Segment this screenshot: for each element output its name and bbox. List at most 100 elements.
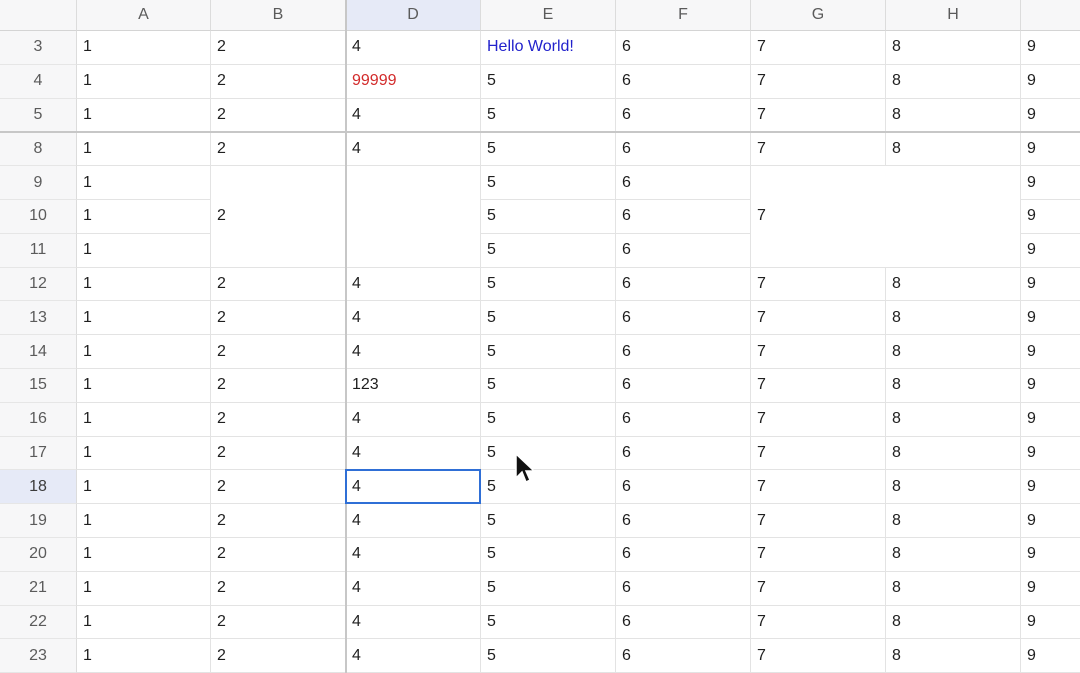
cell-A4[interactable]: 1 [77,64,211,99]
cell-D18[interactable]: 4 [346,470,481,505]
cell-A23[interactable]: 1 [77,639,211,673]
cell-D21[interactable]: 4 [346,571,481,606]
cell-G22[interactable]: 7 [751,605,886,640]
cell-I4[interactable]: 9 [1021,64,1080,99]
cell-A22[interactable]: 1 [77,605,211,640]
cell-I5[interactable]: 9 [1021,98,1080,133]
cell-H3[interactable]: 8 [886,31,1021,65]
cell-B18[interactable]: 2 [211,470,346,505]
cell-F11[interactable]: 6 [616,233,751,268]
row-header-9[interactable]: 9 [0,166,77,200]
cell-G15[interactable]: 7 [751,369,886,403]
cell-F18[interactable]: 6 [616,470,751,505]
cell-F23[interactable]: 6 [616,639,751,673]
cell-E18[interactable]: 5 [481,470,616,505]
cell-A13[interactable]: 1 [77,301,211,336]
cell-I20[interactable]: 9 [1021,538,1080,572]
cell-E23[interactable]: 5 [481,639,616,673]
cell-F21[interactable]: 6 [616,571,751,606]
column-header-I[interactable] [1021,0,1080,31]
cell-A20[interactable]: 1 [77,538,211,572]
cell-H5[interactable]: 8 [886,98,1021,133]
cell-E20[interactable]: 5 [481,538,616,572]
cell-B14[interactable]: 2 [211,335,346,369]
cell-I15[interactable]: 9 [1021,369,1080,403]
cell-G5[interactable]: 7 [751,98,886,133]
cell-I23[interactable]: 9 [1021,639,1080,673]
cell-F4[interactable]: 6 [616,64,751,99]
cell-B19[interactable]: 2 [211,504,346,538]
row-header-8[interactable]: 8 [0,132,77,167]
cell-G17[interactable]: 7 [751,436,886,471]
cell-A17[interactable]: 1 [77,436,211,471]
cell-A14[interactable]: 1 [77,335,211,369]
cell-A12[interactable]: 1 [77,267,211,302]
row-header-14[interactable]: 14 [0,335,77,369]
cell-H13[interactable]: 8 [886,301,1021,336]
column-header-H[interactable]: H [886,0,1021,31]
column-header-F[interactable]: F [616,0,751,31]
cell-G18[interactable]: 7 [751,470,886,505]
hidden-rows-indicator[interactable] [0,131,1080,134]
cell-D15[interactable]: 123 [346,369,481,403]
cell-A5[interactable]: 1 [77,98,211,133]
cell-D12[interactable]: 4 [346,267,481,302]
column-header-G[interactable]: G [751,0,886,31]
cell-F12[interactable]: 6 [616,267,751,302]
cell-B4[interactable]: 2 [211,64,346,99]
cell-I22[interactable]: 9 [1021,605,1080,640]
cell-E10[interactable]: 5 [481,200,616,234]
row-header-5[interactable]: 5 [0,98,77,133]
cell-I9[interactable]: 9 [1021,166,1080,200]
cell-E13[interactable]: 5 [481,301,616,336]
cell-I8[interactable]: 9 [1021,132,1080,167]
cell-G3[interactable]: 7 [751,31,886,65]
row-header-12[interactable]: 12 [0,267,77,302]
cell-D17[interactable]: 4 [346,436,481,471]
cell-E19[interactable]: 5 [481,504,616,538]
cell-D19[interactable]: 4 [346,504,481,538]
cell-A18[interactable]: 1 [77,470,211,505]
cell-F22[interactable]: 6 [616,605,751,640]
cell-G21[interactable]: 7 [751,571,886,606]
cell-B17[interactable]: 2 [211,436,346,471]
cell-E14[interactable]: 5 [481,335,616,369]
row-header-20[interactable]: 20 [0,538,77,572]
cell-G23[interactable]: 7 [751,639,886,673]
cell-D23[interactable]: 4 [346,639,481,673]
column-header-B[interactable]: B [211,0,346,31]
select-all-corner[interactable] [0,0,77,31]
cell-H12[interactable]: 8 [886,267,1021,302]
cell-A16[interactable]: 1 [77,402,211,437]
cell-H18[interactable]: 8 [886,470,1021,505]
cell-B5[interactable]: 2 [211,98,346,133]
row-header-23[interactable]: 23 [0,639,77,673]
cell-G14[interactable]: 7 [751,335,886,369]
cell-G16[interactable]: 7 [751,402,886,437]
cell-D20[interactable]: 4 [346,538,481,572]
cell-I10[interactable]: 9 [1021,200,1080,234]
cell-E15[interactable]: 5 [481,369,616,403]
cell-A21[interactable]: 1 [77,571,211,606]
cell-I16[interactable]: 9 [1021,402,1080,437]
cell-G9[interactable]: 7 [751,166,1021,268]
cell-B15[interactable]: 2 [211,369,346,403]
cell-F19[interactable]: 6 [616,504,751,538]
cell-A19[interactable]: 1 [77,504,211,538]
cell-F10[interactable]: 6 [616,200,751,234]
cell-I11[interactable]: 9 [1021,233,1080,268]
column-header-D[interactable]: D [346,0,481,31]
cell-B23[interactable]: 2 [211,639,346,673]
cell-B8[interactable]: 2 [211,132,346,167]
row-header-22[interactable]: 22 [0,605,77,640]
cell-B13[interactable]: 2 [211,301,346,336]
cell-D22[interactable]: 4 [346,605,481,640]
cell-I12[interactable]: 9 [1021,267,1080,302]
row-header-11[interactable]: 11 [0,233,77,268]
cell-G8[interactable]: 7 [751,132,886,167]
cell-G19[interactable]: 7 [751,504,886,538]
cell-H16[interactable]: 8 [886,402,1021,437]
cell-B22[interactable]: 2 [211,605,346,640]
cell-H23[interactable]: 8 [886,639,1021,673]
row-header-16[interactable]: 16 [0,402,77,437]
